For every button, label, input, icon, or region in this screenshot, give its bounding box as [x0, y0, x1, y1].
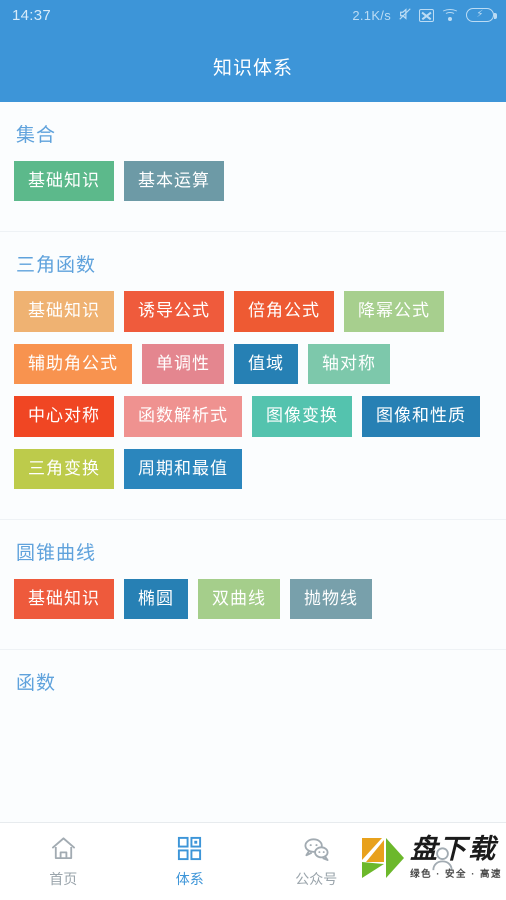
- page-title: 知识体系: [212, 57, 293, 79]
- section-title: 函数: [16, 673, 57, 695]
- topic-tag-button[interactable]: 降幂公式: [344, 291, 444, 332]
- section-tag-list: 基础知识 椭圆 双曲线 抛物线: [14, 578, 492, 649]
- bottom-navigation: 首页 体系 公众号: [0, 822, 506, 900]
- battery-charging-icon: ⚡: [466, 8, 497, 22]
- topic-tag-button[interactable]: 基础知识: [14, 578, 114, 620]
- topic-tag-button[interactable]: 基础知识: [14, 161, 114, 202]
- nav-item-label: 首页: [49, 870, 78, 887]
- person-icon: [432, 846, 453, 870]
- section-tag-list: [14, 709, 492, 713]
- topic-tag-button[interactable]: 图像变换: [252, 396, 352, 437]
- topic-tag-button[interactable]: 抛物线: [290, 578, 372, 620]
- section-title: 集合: [16, 125, 57, 146]
- knowledge-section: 圆锥曲线基础知识 椭圆 双曲线 抛物线: [0, 518, 506, 649]
- network-speed-label: 2.1K/s: [352, 7, 391, 23]
- chat-bubbles-icon: [304, 837, 329, 861]
- status-bar: 14:37 2.1K/s ⚡: [0, 0, 506, 30]
- knowledge-section: 函数: [0, 649, 506, 713]
- section-tag-list: 基础知识 诱导公式 倍角公式 降幂公式 辅助角公式 单调性 值域 轴对称 中心对称 函数解析式 图像…: [14, 291, 492, 519]
- topic-tag-button[interactable]: 基本运算: [124, 161, 224, 202]
- topic-tag-button[interactable]: 轴对称: [308, 343, 390, 385]
- knowledge-section: 三角函数基础知识 诱导公式 倍角公式 降幂公式辅助角公式 单调性 值域 轴对称中心对称 函数解…: [0, 231, 506, 519]
- battery-bolt-glyph: ⚡: [476, 9, 484, 20]
- no-sim-icon: [419, 8, 434, 22]
- nav-item-label: 公众号: [295, 870, 338, 887]
- topic-tag-button[interactable]: 倍角公式: [234, 291, 334, 332]
- nav-item-label: 体系: [175, 870, 204, 887]
- mute-icon: [398, 7, 412, 23]
- home-icon: [51, 836, 75, 859]
- topic-tag-button[interactable]: 辅助角公式: [14, 343, 132, 385]
- topic-tag-button[interactable]: 三角变换: [14, 448, 114, 489]
- topic-tag-button[interactable]: 单调性: [142, 343, 224, 385]
- nav-item-home[interactable]: 首页: [0, 823, 127, 900]
- topic-tag-button[interactable]: 中心对称: [14, 396, 114, 437]
- topic-tag-button[interactable]: 图像和性质: [362, 396, 480, 437]
- section-title: 圆锥曲线: [16, 542, 97, 564]
- topic-tag-button[interactable]: 值域: [234, 343, 298, 385]
- topic-tag-button[interactable]: 周期和最值: [124, 448, 242, 489]
- grid-icon: [178, 836, 202, 860]
- topic-tag-button[interactable]: 椭圆: [124, 578, 188, 620]
- app-title-bar: 知识体系: [0, 30, 506, 102]
- status-clock: 14:37: [12, 6, 52, 24]
- knowledge-section: 集合基础知识 基本运算: [0, 102, 506, 231]
- topic-tag-button[interactable]: 基础知识: [14, 291, 114, 332]
- section-title: 三角函数: [16, 255, 97, 277]
- wifi-icon: [441, 8, 459, 22]
- knowledge-sections-scroll[interactable]: 集合 基础知识 基本运算 三角函数 基础知识 诱导公式 倍角公式 降幂公式 辅助角公式 单调性 值域…: [0, 102, 506, 822]
- section-tag-list: 基础知识 基本运算: [14, 161, 492, 231]
- topic-tag-button[interactable]: 诱导公式: [124, 291, 224, 332]
- topic-tag-button[interactable]: 函数解析式: [124, 396, 242, 437]
- status-icons: 2.1K/s ⚡: [352, 7, 497, 23]
- nav-item-person[interactable]: [380, 823, 506, 900]
- nav-item-grid[interactable]: 体系: [127, 823, 254, 900]
- nav-item-chat-bubbles[interactable]: 公众号: [253, 823, 380, 900]
- topic-tag-button[interactable]: 双曲线: [198, 578, 280, 620]
